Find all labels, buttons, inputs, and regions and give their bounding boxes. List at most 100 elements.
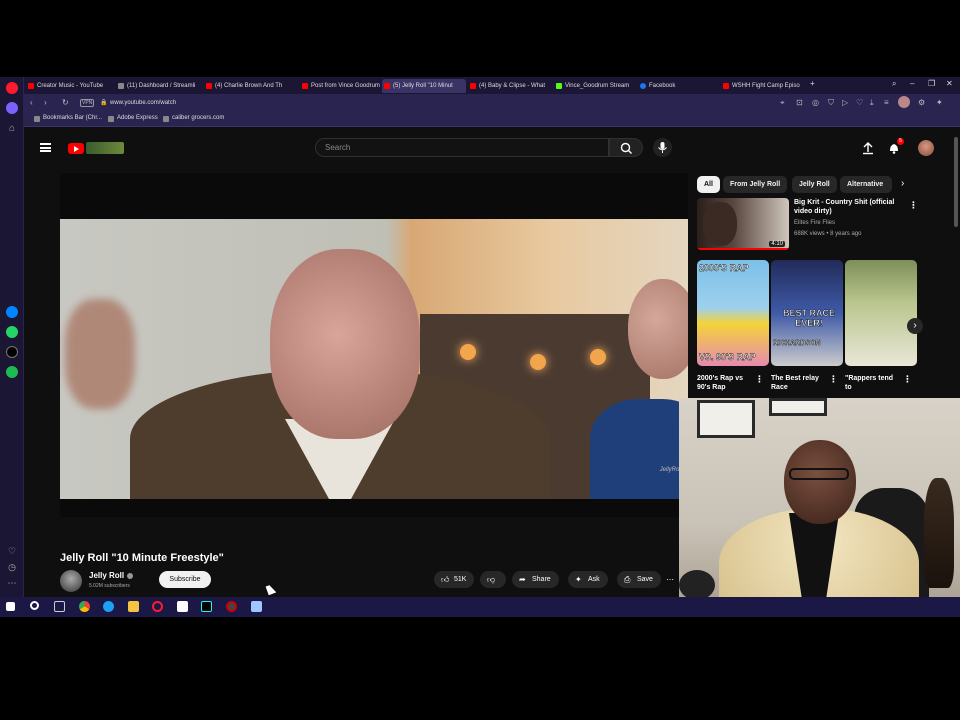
opera-icon[interactable] (152, 601, 163, 612)
youtube-logo-icon[interactable] (68, 143, 84, 154)
short-title[interactable]: "Rappers tend to (845, 374, 901, 392)
short-title[interactable]: 2000's Rap vs 90's Rap (697, 374, 753, 392)
tab[interactable]: WSHH Fight Camp Episo (721, 79, 805, 93)
verified-icon (127, 573, 133, 579)
channel-name[interactable]: Jelly Roll (89, 571, 124, 580)
subscribe-button[interactable]: Subscribe (159, 571, 211, 588)
play-icon[interactable]: ▷ (842, 98, 848, 107)
recommendation-title[interactable]: Big Krit - Country Shit (official video … (794, 198, 914, 216)
bookmark-item[interactable]: Adobe Express (108, 115, 158, 122)
heart-outline-icon[interactable]: ♡ (856, 98, 863, 107)
upload-icon[interactable] (861, 141, 875, 155)
hamburger-menu-icon[interactable] (40, 143, 51, 152)
dislike-button[interactable]: 👎︎ (480, 571, 506, 588)
short-card[interactable]: 2000'S RAP VS. 90'S RAP (697, 260, 769, 366)
tab[interactable]: Facebook (638, 79, 718, 93)
whatsapp-icon[interactable] (6, 326, 18, 338)
voice-search-button[interactable] (653, 138, 672, 157)
chrome-icon[interactable] (79, 601, 90, 612)
tab[interactable]: (11) Dashboard / Streamli (116, 79, 202, 93)
profile-avatar[interactable] (898, 96, 910, 108)
share-button[interactable]: ➦ Share (512, 571, 559, 588)
vpn-badge[interactable]: VPN (80, 99, 95, 107)
aria-ai-icon[interactable]: ✦ (936, 98, 943, 107)
snapshot-icon[interactable]: ⊡ (796, 98, 803, 107)
store-icon[interactable] (177, 601, 188, 612)
tiktok-icon[interactable] (201, 601, 212, 612)
more-vertical-icon[interactable]: ⋮ (755, 374, 764, 385)
heart-icon[interactable]: ♡ (6, 545, 18, 557)
edge-icon[interactable] (103, 601, 114, 612)
short-title[interactable]: The Best relay Race (771, 374, 827, 392)
tab[interactable]: Post from Vince Goodrum (300, 79, 380, 93)
tab[interactable]: Vince_Goodrum Stream (554, 79, 634, 93)
more-vertical-icon[interactable]: ⋮ (909, 200, 918, 211)
more-vertical-icon[interactable]: ⋮ (903, 374, 912, 385)
close-icon[interactable]: ✕ (946, 79, 953, 88)
page-scrollbar[interactable] (954, 137, 958, 227)
shorts-next-button[interactable]: › (907, 318, 923, 334)
search-tabs-icon[interactable]: ⌕ (892, 79, 896, 89)
chip-from-jelly-roll[interactable]: From Jelly Roll (723, 176, 788, 193)
tab-active[interactable]: (5) Jelly Roll "10 Minut (382, 79, 466, 93)
new-tab-icon[interactable]: + (810, 79, 815, 88)
search-input[interactable]: Search (315, 138, 609, 157)
history-icon[interactable]: ◷ (6, 561, 18, 573)
back-icon[interactable]: ‹ (30, 98, 33, 107)
settings-icon[interactable]: ⚙ (918, 98, 925, 107)
extension-icon[interactable]: ⌖ (780, 98, 785, 108)
opera-logo-icon[interactable] (6, 82, 18, 94)
shield-icon[interactable]: ⛉ (828, 98, 834, 108)
chip-jelly-roll[interactable]: Jelly Roll (792, 176, 837, 193)
x-twitter-icon[interactable] (6, 346, 18, 358)
sparkle-icon: ✦ (575, 575, 582, 584)
obs-icon[interactable] (226, 601, 237, 612)
tab[interactable]: (4) Charlie Brown And Th (204, 79, 290, 93)
task-view-icon[interactable] (54, 601, 65, 612)
tab[interactable]: Creator Music - YouTube (26, 79, 108, 93)
windows-start-icon[interactable] (6, 602, 15, 611)
share-icon: ➦ (519, 575, 526, 584)
recommendation-channel[interactable]: Elites Fire Flies (794, 220, 835, 226)
download-icon[interactable]: ⤓ (870, 98, 874, 108)
ask-button[interactable]: ✦ Ask (568, 571, 608, 588)
easy-setup-icon[interactable]: ≡ (884, 98, 889, 107)
pinboard-icon[interactable]: ⌂ (6, 123, 18, 135)
bookmark-item[interactable]: Bookmarks Bar (Chr... (34, 115, 102, 122)
recommendation-thumbnail[interactable]: 4:10 (697, 198, 789, 250)
account-avatar[interactable] (918, 140, 934, 156)
youtube-favicon-icon (384, 83, 390, 89)
url-field[interactable]: www.youtube.com/watch (110, 97, 710, 110)
maximize-icon[interactable]: ❐ (928, 79, 935, 88)
spotify-icon[interactable] (6, 366, 18, 378)
chevron-right-icon[interactable]: › (901, 178, 904, 189)
short-card[interactable]: BEST RACE EVER! RICHARDSON (771, 260, 843, 366)
more-actions-button[interactable]: ⋯ (664, 571, 678, 588)
chip-all[interactable]: All (697, 176, 720, 193)
search-icon[interactable] (30, 601, 39, 610)
forward-icon[interactable]: › (44, 98, 47, 107)
bookmark-item[interactable]: caliber grocers.com (163, 115, 224, 122)
camera-icon[interactable]: ◎ (812, 98, 819, 107)
more-icon[interactable]: ⋯ (6, 577, 18, 589)
tab-label: (11) Dashboard / Streamli (127, 83, 196, 89)
short-card[interactable] (845, 260, 917, 366)
file-explorer-icon[interactable] (128, 601, 139, 612)
aria-icon[interactable] (6, 102, 18, 114)
like-button[interactable]: 👍︎ 51K (434, 571, 475, 588)
facebook-favicon-icon (640, 83, 646, 89)
tab[interactable]: (4) Baby & Clipse - What (468, 79, 548, 93)
messenger-icon[interactable] (6, 306, 18, 318)
thumbs-up-icon: 👍︎ (441, 575, 450, 584)
reload-icon[interactable]: ↻ (62, 98, 69, 107)
channel-avatar[interactable] (60, 570, 82, 592)
save-button[interactable]: ⎙ Save (617, 571, 661, 588)
notepad-icon[interactable] (251, 601, 262, 612)
search-button[interactable] (609, 138, 643, 157)
youtube-doodle-logo[interactable] (86, 142, 124, 154)
video-frame[interactable] (60, 219, 688, 499)
more-vertical-icon[interactable]: ⋮ (829, 374, 838, 385)
chip-alternative[interactable]: Alternative (840, 176, 892, 193)
minimize-icon[interactable]: – (910, 79, 914, 88)
video-player[interactable]: JellyRoll (60, 173, 688, 517)
